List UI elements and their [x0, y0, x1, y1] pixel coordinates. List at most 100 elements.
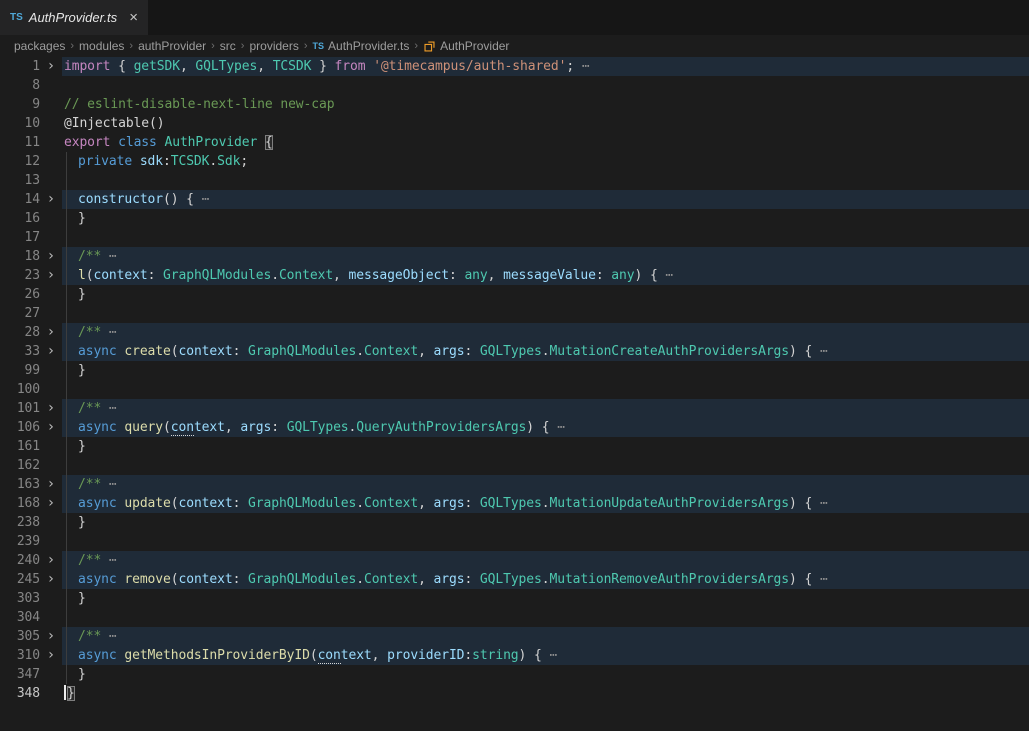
code-token: ⋯ [109, 553, 117, 568]
breadcrumb-item[interactable]: packages [14, 39, 65, 53]
code-content: async remove(context: GraphQLModules.Con… [62, 570, 1029, 589]
tab-bar: TS AuthProvider.ts × [0, 0, 1029, 35]
code-token: ; [240, 154, 248, 169]
code-line[interactable]: 310›async getMethodsInProviderByID(conte… [0, 646, 1029, 665]
fold-chevron-icon[interactable]: › [40, 342, 62, 361]
code-line[interactable]: 100 [0, 380, 1029, 399]
breadcrumb-item[interactable]: providers [249, 39, 298, 53]
code-line[interactable]: 10@Injectable() [0, 114, 1029, 133]
breadcrumb-separator-icon: › [241, 40, 245, 52]
line-number: 347 [0, 665, 40, 684]
tab-authprovider[interactable]: TS AuthProvider.ts × [0, 0, 148, 35]
code-token: : [464, 496, 479, 511]
code-token: QueryAuthProvidersArgs [356, 420, 526, 435]
code-line[interactable]: 163›/** ⋯ [0, 475, 1029, 494]
code-line[interactable]: 303} [0, 589, 1029, 608]
code-line[interactable]: 1›import { getSDK, GQLTypes, TCSDK } fro… [0, 57, 1029, 76]
fold-chevron-icon[interactable]: › [40, 190, 62, 209]
line-number: 161 [0, 437, 40, 456]
code-token: MutationRemoveAuthProvidersArgs [549, 572, 789, 587]
code-content: async getMethodsInProviderByID(context, … [62, 646, 1029, 665]
code-token: ) { [789, 496, 820, 511]
code-line[interactable]: 347} [0, 665, 1029, 684]
code-line[interactable]: 33›async create(context: GraphQLModules.… [0, 342, 1029, 361]
code-token: export [64, 135, 110, 150]
code-line[interactable]: 13 [0, 171, 1029, 190]
fold-chevron-icon[interactable]: › [40, 399, 62, 418]
breadcrumb-item[interactable]: modules [79, 39, 124, 53]
code-line[interactable]: 348} [0, 684, 1029, 703]
fold-chevron-icon[interactable]: › [40, 323, 62, 342]
line-number: 245 [0, 570, 40, 589]
fold-chevron-icon[interactable]: › [40, 475, 62, 494]
code-line[interactable]: 27 [0, 304, 1029, 323]
code-line[interactable]: 168›async update(context: GraphQLModules… [0, 494, 1029, 513]
breadcrumb-label: AuthProvider [440, 39, 509, 53]
code-line[interactable]: 18›/** ⋯ [0, 247, 1029, 266]
breadcrumb-item[interactable]: src [220, 39, 236, 53]
code-line[interactable]: 101›/** ⋯ [0, 399, 1029, 418]
code-token: , [333, 268, 348, 283]
breadcrumb-item[interactable]: AuthProvider [423, 39, 509, 53]
code-editor[interactable]: 1›import { getSDK, GQLTypes, TCSDK } fro… [0, 57, 1029, 703]
code-line[interactable]: 11export class AuthProvider { [0, 133, 1029, 152]
code-line[interactable]: 240›/** ⋯ [0, 551, 1029, 570]
code-line[interactable]: 23›l(context: GraphQLModules.Context, me… [0, 266, 1029, 285]
code-line[interactable]: 238} [0, 513, 1029, 532]
code-token: GQLTypes [287, 420, 349, 435]
code-line[interactable]: 16} [0, 209, 1029, 228]
fold-chevron-icon[interactable]: › [40, 266, 62, 285]
code-line[interactable]: 162 [0, 456, 1029, 475]
code-token: , [418, 496, 433, 511]
code-line[interactable]: 28›/** ⋯ [0, 323, 1029, 342]
fold-chevron-icon[interactable]: › [40, 247, 62, 266]
code-line[interactable]: 17 [0, 228, 1029, 247]
code-line[interactable]: 304 [0, 608, 1029, 627]
code-token: any [464, 268, 487, 283]
line-number: 303 [0, 589, 40, 608]
fold-chevron-icon[interactable]: › [40, 494, 62, 513]
code-token: } [67, 686, 75, 701]
code-content [62, 304, 1029, 323]
code-content: /** ⋯ [62, 399, 1029, 418]
code-content: } [62, 513, 1029, 532]
breadcrumb-item[interactable]: authProvider [138, 39, 206, 53]
fold-chevron-icon[interactable]: › [40, 570, 62, 589]
tab-strip-empty [148, 0, 1029, 35]
code-line[interactable]: 106›async query(context, args: GQLTypes.… [0, 418, 1029, 437]
fold-gutter [40, 114, 62, 133]
close-icon[interactable]: × [129, 10, 138, 25]
fold-chevron-icon[interactable]: › [40, 551, 62, 570]
fold-chevron-icon[interactable]: › [40, 627, 62, 646]
code-token: GraphQLModules [248, 572, 356, 587]
line-number: 18 [0, 247, 40, 266]
code-line[interactable]: 8 [0, 76, 1029, 95]
code-token: GQLTypes [480, 572, 542, 587]
code-line[interactable]: 161} [0, 437, 1029, 456]
code-content: } [62, 361, 1029, 380]
breadcrumb-item[interactable]: TS AuthProvider.ts [313, 39, 410, 53]
code-token: () { [163, 192, 202, 207]
code-line[interactable]: 305›/** ⋯ [0, 627, 1029, 646]
code-token: /** [78, 629, 109, 644]
fold-chevron-icon[interactable]: › [40, 418, 62, 437]
fold-chevron-icon[interactable]: › [40, 57, 62, 76]
code-line[interactable]: 14›constructor() { ⋯ [0, 190, 1029, 209]
code-token: args [240, 420, 271, 435]
line-number: 1 [0, 57, 40, 76]
code-line[interactable]: 245›async remove(context: GraphQLModules… [0, 570, 1029, 589]
code-line[interactable]: 239 [0, 532, 1029, 551]
code-token: ) { [789, 344, 820, 359]
code-token: } [78, 439, 86, 454]
code-line[interactable]: 12private sdk:TCSDK.Sdk; [0, 152, 1029, 171]
code-line[interactable]: 26} [0, 285, 1029, 304]
code-token: string [472, 648, 518, 663]
code-token: args [434, 496, 465, 511]
code-content: } [62, 684, 1029, 703]
fold-gutter [40, 285, 62, 304]
code-token: } [78, 211, 86, 226]
code-line[interactable]: 9// eslint-disable-next-line new-cap [0, 95, 1029, 114]
code-line[interactable]: 99} [0, 361, 1029, 380]
fold-chevron-icon[interactable]: › [40, 646, 62, 665]
code-content: async create(context: GraphQLModules.Con… [62, 342, 1029, 361]
